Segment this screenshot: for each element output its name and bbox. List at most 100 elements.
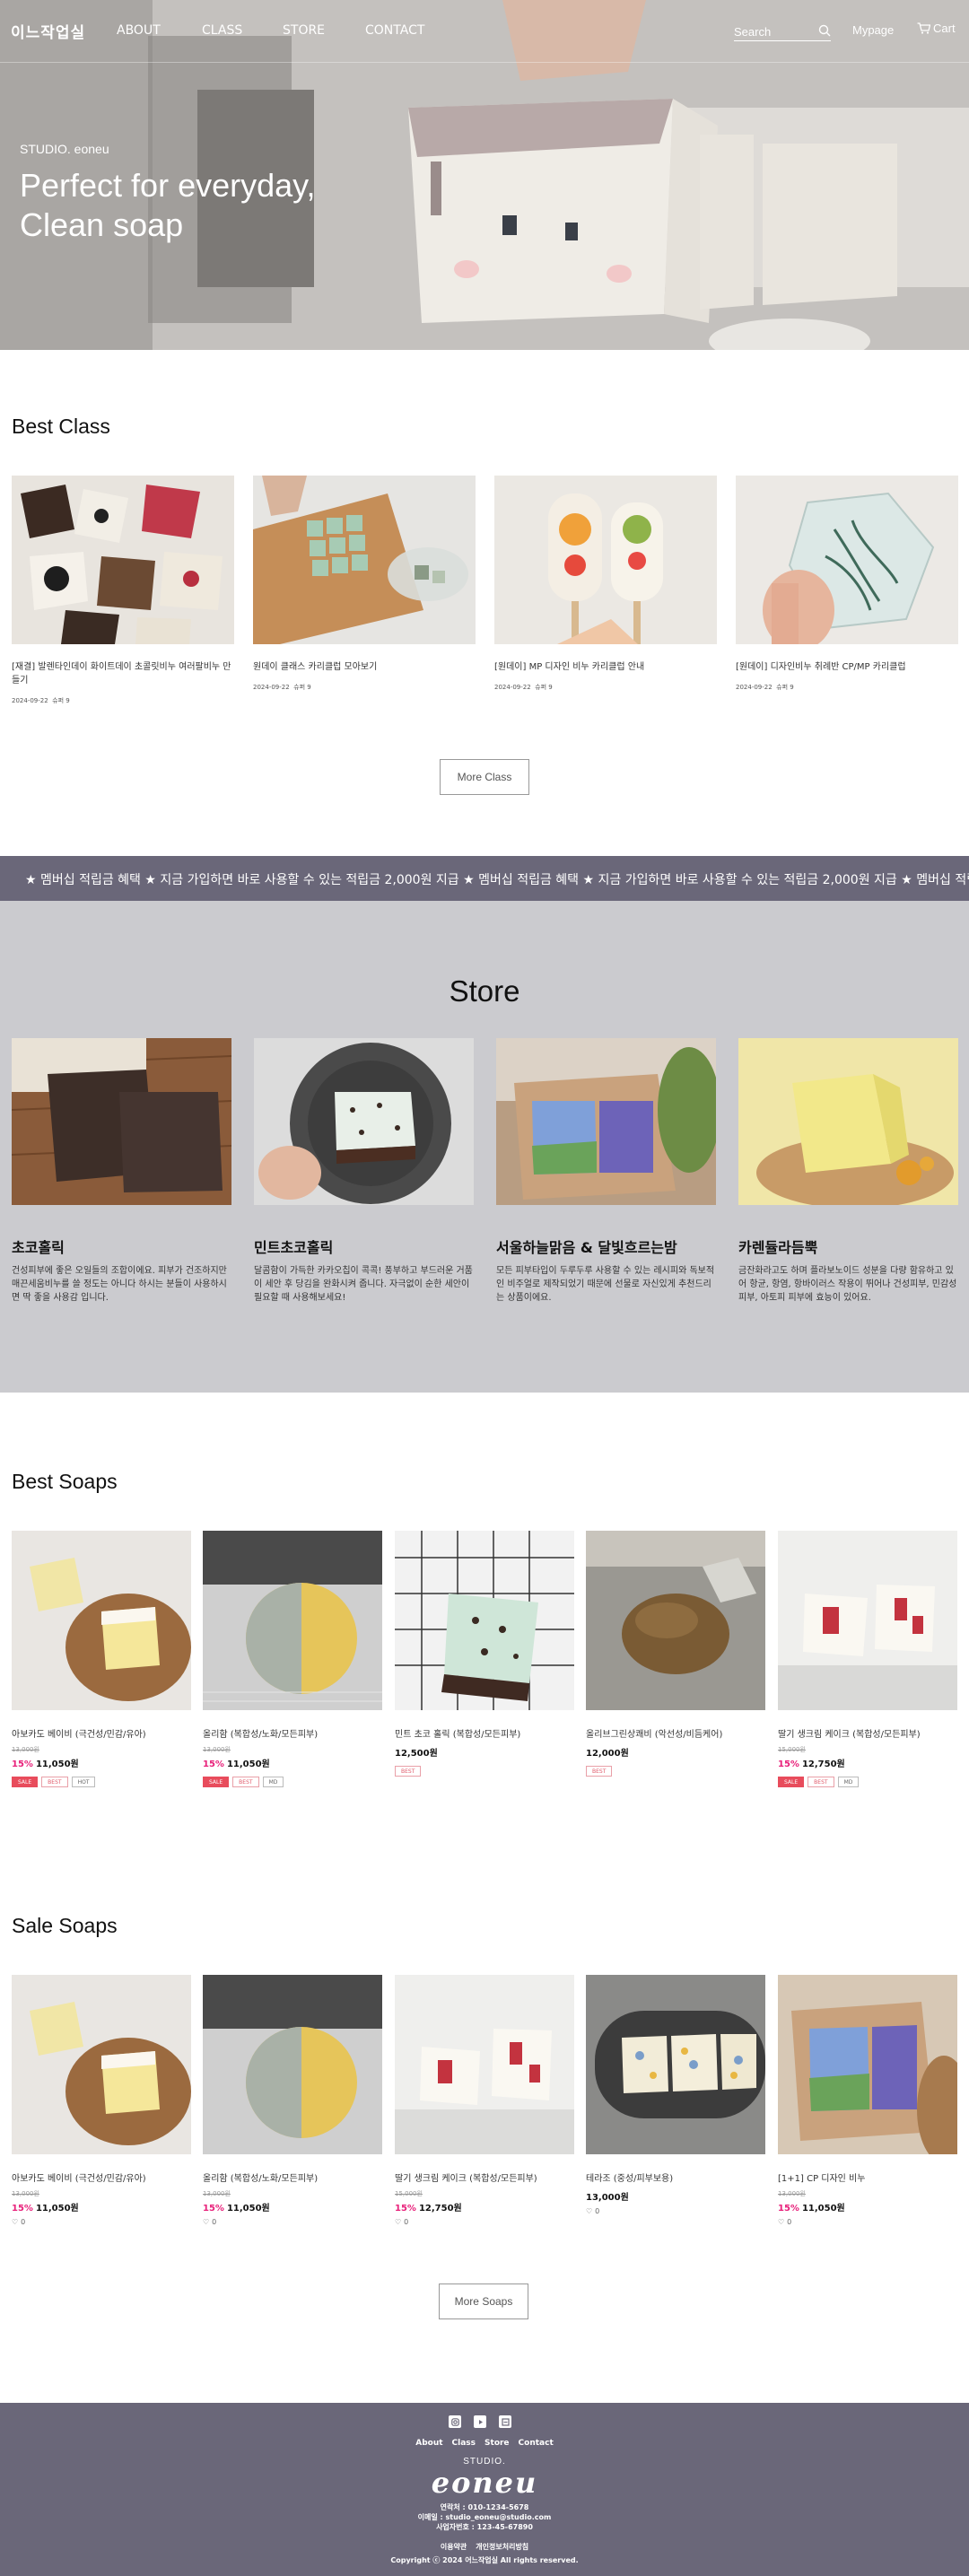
privacy-link[interactable]: 개인정보처리방침	[476, 2542, 528, 2552]
footer-email: 이메일 : studio_eoneu@studio.com	[417, 2513, 552, 2521]
product-card[interactable]: 아보카도 베이비 (극건성/민감/유아) 13,000원 15% 11,050원 …	[12, 1975, 191, 2226]
best-badge: BEST	[232, 1777, 259, 1787]
cart-icon	[917, 22, 930, 34]
footer-brand-logo: eoneu	[431, 2466, 538, 2500]
best-badge: BEST	[395, 1766, 422, 1777]
product-name: 올리브그린상쾌비 (악선성/비듬케어)	[586, 1730, 723, 1740]
class-card[interactable]: [재결] 발렌타인데이 화이트데이 초콜릿비누 여러팔비누 만들기 2024-0…	[12, 476, 234, 705]
hot-badge: HOT	[71, 1777, 96, 1787]
cart-link[interactable]: Cart	[917, 22, 956, 35]
youtube-icon[interactable]	[474, 2415, 486, 2428]
product-price: 15% 11,050원	[203, 1760, 270, 1769]
like-button[interactable]: ♡ 0	[203, 2218, 382, 2226]
product-card[interactable]: [1+1] CP 디자인 비누 13,000원 15% 11,050원 ♡ 0	[778, 1975, 969, 2226]
store-image	[738, 1038, 958, 1209]
product-price: 12,000원	[586, 1749, 629, 1759]
store-card[interactable]: 초코홀릭 건성피부에 좋은 오일들의 조합이에요. 피부가 건조하지만 매끈세움…	[11, 1038, 232, 1305]
class-meta: 2024-09-22 슈퍼 9	[253, 684, 311, 691]
blog-icon[interactable]	[499, 2415, 511, 2428]
more-soaps-button[interactable]: More Soaps	[439, 2283, 528, 2319]
badge-list: BEST	[395, 1766, 574, 1777]
nav-about[interactable]: ABOUT	[117, 23, 161, 38]
product-image	[586, 1531, 765, 1710]
product-card[interactable]: 올리함 (복합성/노화/모든피부) 13,000원 15% 11,050원 ♡ 0	[203, 1975, 382, 2226]
instagram-icon[interactable]	[449, 2415, 461, 2428]
heart-icon: ♡	[12, 2218, 19, 2226]
nav-class[interactable]: CLASS	[202, 23, 242, 38]
heart-icon: ♡	[395, 2218, 402, 2226]
class-title: [원데이] MP 디자인 비누 카리클럽 안내	[494, 662, 645, 672]
cart-label: Cart	[933, 22, 956, 35]
discount-rate: 15%	[12, 2204, 33, 2214]
store-card[interactable]: 카렌듈라듬뿍 금잔화라고도 하며 플라보노이드 성분을 다량 함유하고 있어 항…	[738, 1038, 958, 1305]
store-title: Store	[449, 974, 520, 1008]
discount-rate: 15%	[778, 2204, 799, 2214]
product-card[interactable]: 민트 초코 홀릭 (복합성/모든피부) 12,500원 BEST	[395, 1531, 574, 1777]
product-card[interactable]: 딸기 생크림 케이크 (복합성/모든피부) 15,000원 15% 12,750원…	[778, 1531, 957, 1787]
mypage-link[interactable]: Mypage	[852, 23, 894, 37]
product-price: 15% 11,050원	[12, 2204, 79, 2214]
md-badge: MD	[262, 1777, 284, 1787]
store-card[interactable]: 서울하늘맑음 & 달빛흐르는밤 모든 피부타입이 두루두루 사용할 수 있는 레…	[496, 1038, 720, 1305]
class-image	[253, 476, 476, 644]
product-card[interactable]: 올리함 (복합성/노화/모든피부) 13,000원 15% 11,050원 SAL…	[203, 1531, 382, 1787]
class-card[interactable]: [원데이] MP 디자인 비누 카리클럽 안내 2024-09-22 슈퍼 9	[494, 476, 717, 692]
product-image	[586, 1975, 765, 2154]
store-item-desc: 모든 피부타입이 두루두루 사용할 수 있는 레시피와 독보적인 비주얼로 제작…	[496, 1266, 715, 1303]
sale-soaps-title: Sale Soaps	[12, 1914, 118, 1937]
search-box	[734, 22, 831, 41]
like-button[interactable]: ♡ 0	[586, 2207, 765, 2215]
search-input[interactable]	[734, 23, 809, 39]
site-logo[interactable]: 이느작업실	[11, 20, 85, 42]
like-button[interactable]: ♡ 0	[395, 2218, 574, 2226]
footer-nav: About Class Store Contact	[0, 2439, 969, 2448]
product-original-price: 13,000원	[12, 1746, 39, 1753]
product-name: 올리함 (복합성/노화/모든피부)	[203, 2174, 319, 2184]
product-price: 15% 11,050원	[778, 2204, 845, 2214]
product-price: 12,500원	[395, 1749, 438, 1759]
product-original-price: 13,000원	[203, 1746, 231, 1753]
hero-title-line2: Clean soap	[20, 206, 184, 243]
footer-link-store[interactable]: Store	[484, 2439, 510, 2448]
class-card[interactable]: 원데이 클래스 카리클럽 모아보기 2024-09-22 슈퍼 9	[253, 476, 476, 692]
product-card[interactable]: 딸기 생크림 케이크 (복합성/모든피부) 15,000원 15% 12,750원…	[395, 1975, 574, 2226]
sale-badge: SALE	[203, 1777, 230, 1787]
heart-icon: ♡	[586, 2207, 593, 2215]
more-class-button[interactable]: More Class	[440, 759, 529, 795]
product-original-price: 15,000원	[778, 1746, 806, 1753]
product-card[interactable]: 아보카도 베이비 (극건성/민감/유아) 13,000원 15% 11,050원 …	[12, 1531, 191, 1787]
search-icon[interactable]	[818, 24, 831, 37]
product-card[interactable]: 올리브그린상쾌비 (악선성/비듬케어) 12,000원 BEST	[586, 1531, 765, 1777]
store-item-desc: 금잔화라고도 하며 플라보노이드 성분을 다량 함유하고 있어 항균, 항염, …	[738, 1266, 957, 1303]
hero-banner: 이느작업실 ABOUT CLASS STORE CONTACT Mypage C…	[0, 0, 969, 350]
class-meta: 2024-09-22 슈퍼 9	[12, 697, 70, 704]
product-price: 13,000원	[586, 2193, 629, 2203]
class-image	[736, 476, 958, 651]
nav-store[interactable]: STORE	[283, 23, 325, 38]
sale-badge: SALE	[12, 1777, 39, 1787]
footer-link-about[interactable]: About	[415, 2439, 442, 2448]
class-meta: 2024-09-22 슈퍼 9	[494, 684, 553, 691]
store-card[interactable]: 민트초코홀릭 달콤함이 가득한 카카오칩이 콕콕! 풍부하고 부드러운 거품이 …	[254, 1038, 474, 1305]
class-title: [원데이] 디자인비누 취례반 CP/MP 카리클럽	[736, 662, 906, 672]
sale-badge: SALE	[778, 1777, 805, 1787]
product-image	[12, 1975, 191, 2154]
like-button[interactable]: ♡ 0	[778, 2218, 957, 2226]
store-item-name: 카렌듈라듬뿍	[738, 1239, 818, 1256]
product-price: 15% 11,050원	[12, 1760, 79, 1769]
like-button[interactable]: ♡ 0	[12, 2218, 191, 2226]
product-name: 딸기 생크림 케이크 (복합성/모든피부)	[778, 1730, 921, 1740]
terms-link[interactable]: 이용약관	[441, 2542, 467, 2552]
store-section: Store 초코홀릭 건성피부에 좋은 오일들의 조합이에요. 피부가 건조하지…	[0, 901, 969, 1393]
social-links	[449, 2415, 511, 2428]
heart-icon: ♡	[778, 2218, 785, 2226]
class-title: [재결] 발렌타인데이 화이트데이 초콜릿비누 여러팔비누 만들기	[12, 662, 231, 685]
footer-link-class[interactable]: Class	[452, 2439, 476, 2448]
class-card[interactable]: [원데이] 디자인비누 취례반 CP/MP 카리클럽 2024-09-22 슈퍼…	[736, 476, 958, 692]
product-image	[778, 1975, 969, 2163]
marquee-text: ★ 멤버십 적립금 혜택 ★ 지금 가입하면 바로 사용할 수 있는 적립금 2…	[25, 873, 969, 887]
product-card[interactable]: 테라조 (중성/피부보용) 13,000원 ♡ 0	[586, 1975, 765, 2215]
best-soaps-title: Best Soaps	[12, 1470, 118, 1493]
footer-link-contact[interactable]: Contact	[519, 2439, 554, 2448]
nav-contact[interactable]: CONTACT	[365, 23, 424, 38]
